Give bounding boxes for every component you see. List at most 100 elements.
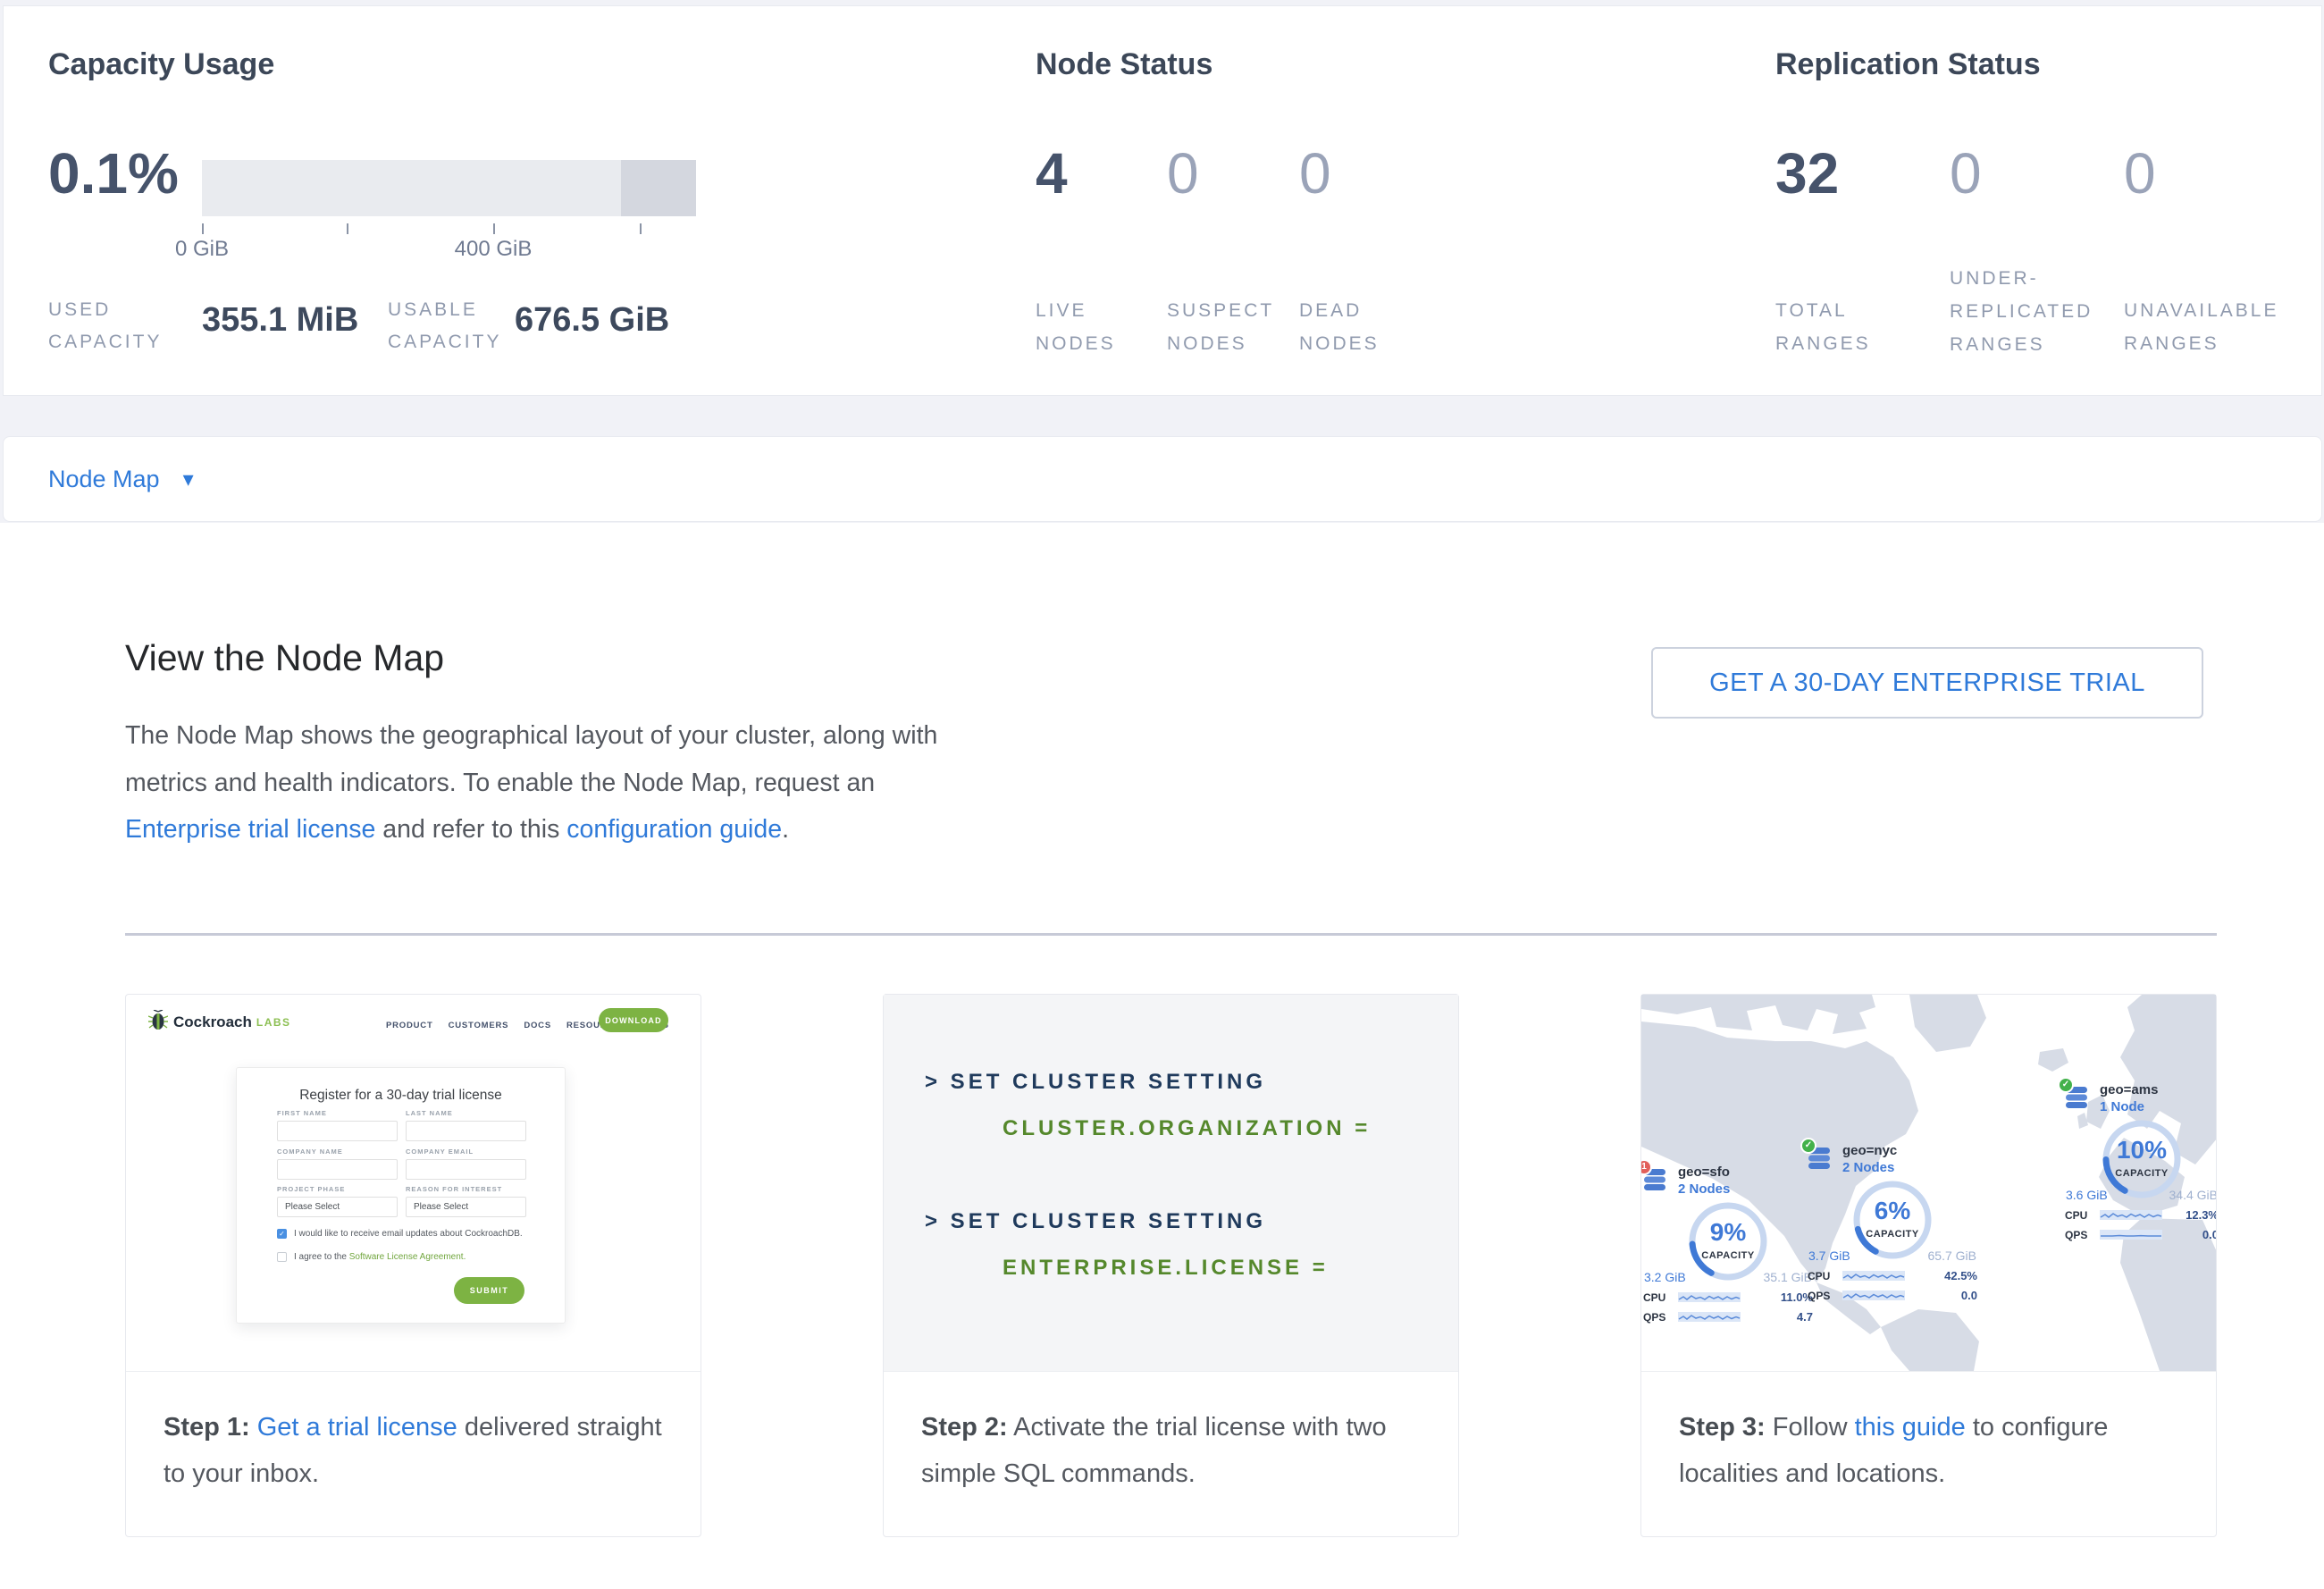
step3-caption: Step 3: Follow this guide to configure l…	[1641, 1371, 2216, 1536]
step2-card: > SET CLUSTER SETTING CLUSTER.ORGANIZATI…	[883, 994, 1459, 1537]
qps-metric: QPS 4.7	[1643, 1310, 1813, 1324]
qps-sparkline	[1678, 1311, 1741, 1323]
nav-product: PRODUCT	[386, 1021, 433, 1030]
capacity-donut: 9% CAPACITY	[1685, 1198, 1771, 1284]
checked-checkbox-icon: ✓	[277, 1229, 287, 1239]
this-guide-link[interactable]: this guide	[1855, 1413, 1966, 1442]
locality-name: geo=ams	[2100, 1082, 2158, 1097]
enterprise-trial-license-link[interactable]: Enterprise trial license	[125, 815, 375, 844]
locality-node-count: 2 Nodes	[1842, 1160, 1897, 1175]
unchecked-checkbox-icon	[277, 1252, 287, 1262]
cockroach-labs-logo: Cockroach LABS	[148, 1010, 291, 1034]
used-capacity: 3.2 GiB	[1644, 1270, 1686, 1284]
nav-docs: DOCS	[524, 1021, 551, 1030]
capacity-usage-bar-end	[621, 160, 696, 216]
software-license-agreement-link: Software License Agreement.	[349, 1252, 466, 1262]
total-ranges-count: 32	[1775, 139, 1839, 208]
used-capacity-label: USED CAPACITY	[48, 294, 162, 358]
capacity-usage-bar	[202, 160, 696, 216]
capacity-tick-label: 0 GiB	[130, 237, 273, 262]
step1-card: Cockroach LABS PRODUCT CUSTOMERS DOCS RE…	[125, 994, 701, 1537]
company-name-field: COMPANY NAME	[277, 1148, 398, 1180]
used-capacity: 3.7 GiB	[1808, 1248, 1850, 1263]
capacity-tick	[640, 223, 642, 234]
unavailable-ranges-count: 0	[2124, 139, 2156, 208]
sql-commands-preview: > SET CLUSTER SETTING CLUSTER.ORGANIZATI…	[884, 995, 1458, 1371]
get-trial-license-link[interactable]: Get a trial license	[257, 1413, 457, 1442]
cpu-sparkline	[1842, 1270, 1905, 1282]
live-nodes-count: 4	[1036, 139, 1068, 208]
company-email-field: COMPANY EMAIL	[406, 1148, 526, 1180]
replication-status-title: Replication Status	[1775, 47, 2041, 82]
cockroach-icon	[148, 1010, 168, 1034]
capacity-percent: 0.1%	[48, 139, 179, 208]
node-map-dropdown[interactable]: Node Map	[48, 466, 160, 493]
capacity-label: CAPACITY	[1685, 1250, 1771, 1261]
under-replicated-ranges-label: UNDER- REPLICATED RANGES	[1950, 262, 2093, 361]
view-selector-bar: Node Map ▾	[3, 436, 2322, 522]
cpu-metric: CPU 42.5%	[1808, 1269, 1977, 1282]
project-phase-select: PROJECT PHASE Please Select	[277, 1185, 398, 1217]
capacity-usage-title: Capacity Usage	[48, 47, 274, 82]
capacity-donut: 6% CAPACITY	[1850, 1177, 1935, 1263]
capacity-tick-label: 400 GiB	[422, 237, 565, 262]
suspect-nodes-count: 0	[1167, 139, 1199, 208]
usable-capacity-label: USABLE CAPACITY	[388, 294, 501, 358]
locality-header: ✓ geo=ams 1 Node	[2065, 1082, 2216, 1114]
node-map-preview: 1 geo=sfo 2 Nodes 9% CAPACITY 3.2 GiB 35…	[1641, 995, 2216, 1371]
cpu-metric: CPU 12.3%	[2065, 1208, 2216, 1222]
dead-nodes-count: 0	[1299, 139, 1331, 208]
usable-capacity-value: 676.5 GiB	[515, 301, 669, 340]
submit-button-preview: SUBMIT	[454, 1277, 524, 1304]
step2-caption: Step 2: Activate the trial license with …	[884, 1371, 1458, 1536]
email-updates-checkbox-row: ✓ I would like to receive email updates …	[277, 1229, 523, 1239]
first-name-field: FIRST NAME	[277, 1109, 398, 1141]
node-map-placeholder-section: View the Node Map The Node Map shows the…	[0, 523, 2324, 1589]
capacity-tick	[493, 223, 495, 234]
nav-customers: CUSTOMERS	[449, 1021, 509, 1030]
live-nodes-label: LIVE NODES	[1036, 294, 1116, 360]
qps-metric: QPS 0.0	[2065, 1228, 2216, 1241]
reason-for-interest-select: REASON FOR INTEREST Please Select	[406, 1185, 526, 1217]
capacity-tick	[347, 223, 348, 234]
locality-node-count: 1 Node	[2100, 1099, 2158, 1114]
qps-metric: QPS 0.0	[1808, 1289, 1977, 1302]
step1-caption: Step 1: Get a trial license delivered st…	[126, 1371, 701, 1536]
healthy-status-icon: ✓	[1800, 1138, 1816, 1154]
license-agreement-checkbox-row: I agree to the Software License Agreemen…	[277, 1252, 466, 1262]
cpu-sparkline	[2100, 1209, 2162, 1221]
cluster-summary-panel: Capacity Usage 0.1% 0 GiB 400 GiB USED C…	[3, 5, 2322, 396]
form-title: Register for a 30-day trial license	[237, 1088, 565, 1104]
capacity-percent: 6%	[1850, 1197, 1935, 1225]
locality-header: ✓ geo=nyc 2 Nodes	[1808, 1143, 1977, 1175]
capacity-tick	[202, 223, 204, 234]
page-title: View the Node Map	[125, 637, 444, 679]
qps-sparkline	[1842, 1290, 1905, 1301]
healthy-status-icon: ✓	[2058, 1077, 2074, 1093]
capacity-percent: 10%	[2099, 1136, 2185, 1164]
locality-node-count: 2 Nodes	[1678, 1181, 1730, 1197]
step3-card: 1 geo=sfo 2 Nodes 9% CAPACITY 3.2 GiB 35…	[1640, 994, 2217, 1537]
get-enterprise-trial-button[interactable]: GET A 30-DAY ENTERPRISE TRIAL	[1651, 647, 2203, 719]
suspect-nodes-label: SUSPECT NODES	[1167, 294, 1274, 360]
under-replicated-ranges-count: 0	[1950, 139, 1982, 208]
capacity-label: CAPACITY	[1850, 1229, 1935, 1240]
intro-paragraph: The Node Map shows the geographical layo…	[125, 712, 981, 853]
unavailable-ranges-label: UNAVAILABLE RANGES	[2124, 294, 2278, 360]
trial-registration-form-preview: Register for a 30-day trial license FIRS…	[236, 1067, 566, 1324]
capacity-label: CAPACITY	[2099, 1168, 2185, 1179]
capacity-donut: 10% CAPACITY	[2099, 1116, 2185, 1202]
qps-sparkline	[2100, 1229, 2162, 1240]
map-node-geo-ams: ✓ geo=ams 1 Node 10% CAPACITY 3.6 GiB 34…	[2065, 1082, 2216, 1241]
section-divider	[125, 933, 2217, 936]
trial-license-site-preview: Cockroach LABS PRODUCT CUSTOMERS DOCS RE…	[126, 995, 701, 1371]
dead-nodes-label: DEAD NODES	[1299, 294, 1380, 360]
chevron-down-icon[interactable]: ▾	[183, 467, 194, 492]
configuration-guide-link[interactable]: configuration guide	[566, 815, 782, 844]
used-capacity-value: 355.1 MiB	[202, 301, 358, 340]
capacity-percent: 9%	[1685, 1218, 1771, 1247]
locality-name: geo=nyc	[1842, 1143, 1897, 1158]
cpu-metric: CPU 11.0%	[1643, 1291, 1813, 1304]
locality-header: 1 geo=sfo 2 Nodes	[1643, 1164, 1813, 1197]
node-status-title: Node Status	[1036, 47, 1212, 82]
